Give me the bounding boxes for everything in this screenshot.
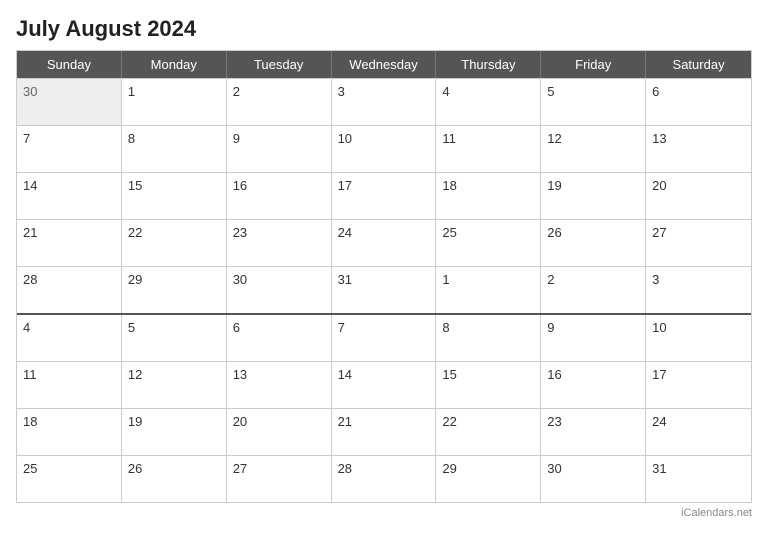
day-cell: 2 xyxy=(227,79,332,125)
day-cell: 28 xyxy=(332,456,437,502)
day-cell: 1 xyxy=(436,267,541,313)
day-cell: 23 xyxy=(541,409,646,455)
day-cell: 9 xyxy=(541,315,646,361)
day-cell: 24 xyxy=(332,220,437,266)
day-cell: 10 xyxy=(646,315,751,361)
day-cell: 15 xyxy=(122,173,227,219)
day-cell: 4 xyxy=(17,315,122,361)
day-cell: 31 xyxy=(646,456,751,502)
day-cell: 16 xyxy=(541,362,646,408)
week-row-4: 28293031123 xyxy=(17,266,751,313)
day-cell: 5 xyxy=(122,315,227,361)
day-cell: 4 xyxy=(436,79,541,125)
day-cell: 22 xyxy=(436,409,541,455)
day-cell: 13 xyxy=(646,126,751,172)
calendar-body: 3012345678910111213141516171819202122232… xyxy=(17,78,751,502)
day-cell: 5 xyxy=(541,79,646,125)
day-cell: 27 xyxy=(646,220,751,266)
day-cell: 14 xyxy=(332,362,437,408)
day-cell: 10 xyxy=(332,126,437,172)
day-cell: 15 xyxy=(436,362,541,408)
week-row-3: 21222324252627 xyxy=(17,219,751,266)
day-cell: 24 xyxy=(646,409,751,455)
day-cell: 6 xyxy=(646,79,751,125)
day-cell: 3 xyxy=(332,79,437,125)
calendar-header: SundayMondayTuesdayWednesdayThursdayFrid… xyxy=(17,51,751,78)
day-cell: 19 xyxy=(122,409,227,455)
day-cell: 3 xyxy=(646,267,751,313)
day-cell: 8 xyxy=(122,126,227,172)
day-cell: 11 xyxy=(17,362,122,408)
header-day-tuesday: Tuesday xyxy=(227,51,332,78)
day-cell: 20 xyxy=(227,409,332,455)
day-cell: 1 xyxy=(122,79,227,125)
day-cell: 16 xyxy=(227,173,332,219)
week-row-1: 78910111213 xyxy=(17,125,751,172)
day-cell: 25 xyxy=(436,220,541,266)
day-cell: 21 xyxy=(332,409,437,455)
day-cell: 9 xyxy=(227,126,332,172)
day-cell: 31 xyxy=(332,267,437,313)
day-cell: 27 xyxy=(227,456,332,502)
day-cell: 20 xyxy=(646,173,751,219)
header-day-thursday: Thursday xyxy=(436,51,541,78)
day-cell: 29 xyxy=(436,456,541,502)
footer-credit: iCalendars.net xyxy=(16,507,752,519)
day-cell: 28 xyxy=(17,267,122,313)
page-title: July August 2024 xyxy=(16,16,752,42)
day-cell: 30 xyxy=(227,267,332,313)
day-cell: 30 xyxy=(17,79,122,125)
week-row-0: 30123456 xyxy=(17,78,751,125)
page: July August 2024 SundayMondayTuesdayWedn… xyxy=(0,0,768,543)
day-cell: 26 xyxy=(541,220,646,266)
day-cell: 21 xyxy=(17,220,122,266)
header-day-saturday: Saturday xyxy=(646,51,751,78)
day-cell: 18 xyxy=(17,409,122,455)
week-row-7: 18192021222324 xyxy=(17,408,751,455)
week-row-2: 14151617181920 xyxy=(17,172,751,219)
calendar: SundayMondayTuesdayWednesdayThursdayFrid… xyxy=(16,50,752,503)
day-cell: 2 xyxy=(541,267,646,313)
day-cell: 19 xyxy=(541,173,646,219)
day-cell: 22 xyxy=(122,220,227,266)
week-row-8: 25262728293031 xyxy=(17,455,751,502)
header-day-wednesday: Wednesday xyxy=(332,51,437,78)
header-day-monday: Monday xyxy=(122,51,227,78)
day-cell: 11 xyxy=(436,126,541,172)
day-cell: 30 xyxy=(541,456,646,502)
header-day-sunday: Sunday xyxy=(17,51,122,78)
day-cell: 17 xyxy=(646,362,751,408)
day-cell: 17 xyxy=(332,173,437,219)
day-cell: 26 xyxy=(122,456,227,502)
day-cell: 29 xyxy=(122,267,227,313)
day-cell: 6 xyxy=(227,315,332,361)
day-cell: 14 xyxy=(17,173,122,219)
day-cell: 12 xyxy=(541,126,646,172)
week-row-5: 45678910 xyxy=(17,313,751,361)
day-cell: 18 xyxy=(436,173,541,219)
day-cell: 13 xyxy=(227,362,332,408)
day-cell: 25 xyxy=(17,456,122,502)
day-cell: 12 xyxy=(122,362,227,408)
day-cell: 23 xyxy=(227,220,332,266)
header-day-friday: Friday xyxy=(541,51,646,78)
day-cell: 8 xyxy=(436,315,541,361)
day-cell: 7 xyxy=(17,126,122,172)
week-row-6: 11121314151617 xyxy=(17,361,751,408)
day-cell: 7 xyxy=(332,315,437,361)
